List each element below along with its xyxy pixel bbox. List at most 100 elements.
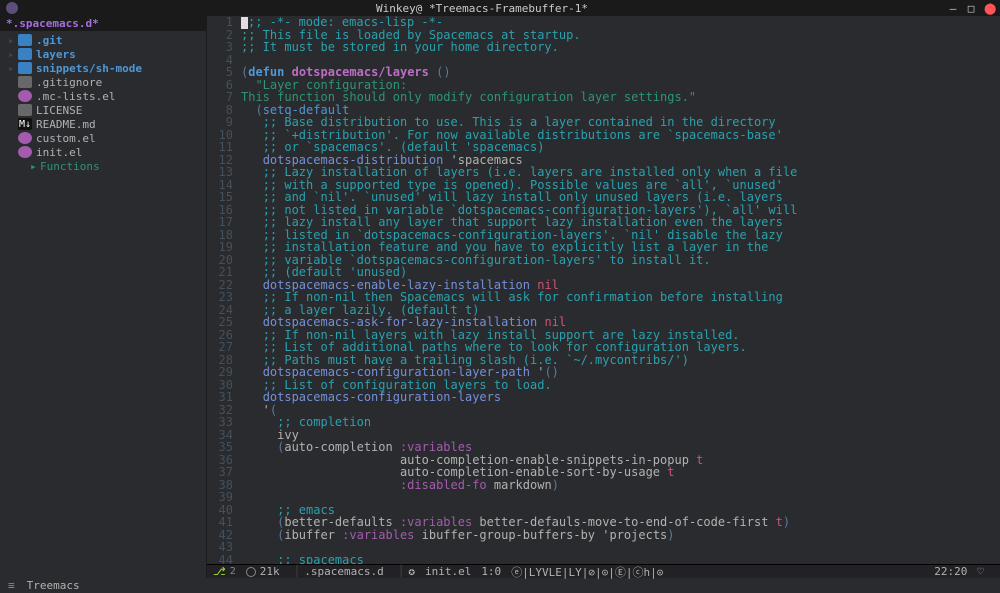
app-icon: [6, 2, 18, 14]
tree-item-label: .gitignore: [36, 76, 102, 89]
line-number: 37: [207, 466, 233, 479]
code-token: :variables: [342, 528, 414, 542]
tree-folder[interactable]: layers: [0, 47, 206, 61]
tree-item-label: custom.el: [36, 132, 96, 145]
code-token: ): [667, 528, 674, 542]
tree-item-label: init.el: [36, 146, 82, 159]
line-number: 43: [207, 541, 233, 554]
line-number-gutter: 1234567891011121314151617181920212223242…: [207, 16, 241, 564]
code-token: ;; It must be stored in your home direct…: [241, 40, 559, 54]
echo-buffer-name: Treemacs: [27, 579, 80, 592]
buffer-name: init.el: [425, 565, 471, 578]
chevron-right-icon: [8, 34, 18, 47]
code-token: t: [696, 453, 703, 467]
tree-child-functions[interactable]: Functions: [0, 159, 206, 173]
chevron-right-icon: [30, 160, 40, 173]
code-token: t: [776, 515, 783, 529]
tree-item-label: .git: [36, 34, 63, 47]
file-icon: [18, 76, 32, 88]
file-icon: [18, 104, 32, 116]
line-number: 17: [207, 216, 233, 229]
line-number: 35: [207, 441, 233, 454]
vcs-num: 2: [230, 566, 236, 577]
clock: 22:20: [934, 565, 967, 578]
code-line[interactable]: ;; spacemacs: [241, 554, 1000, 565]
line-number: 5: [207, 66, 233, 79]
tree-folder[interactable]: snippets/sh-mode: [0, 61, 206, 75]
heart-icon: ♡: [977, 565, 984, 578]
tree-item-label: snippets/sh-mode: [36, 62, 142, 75]
code-token: ibuffer-group-buffers-by 'projects: [414, 528, 667, 542]
file-tree: .gitlayerssnippets/sh-mode.gitignore.mc-…: [0, 31, 206, 173]
tree-folder[interactable]: .git: [0, 33, 206, 47]
line-number: 33: [207, 416, 233, 429]
tree-item-label: .mc-lists.el: [36, 90, 115, 103]
editor-pane: 1234567891011121314151617181920212223242…: [206, 16, 1000, 578]
code-token: (): [436, 65, 450, 79]
code-token: t: [667, 465, 674, 479]
tree-file[interactable]: .mc-lists.el: [0, 89, 206, 103]
code-token: ;; spacemacs: [277, 553, 364, 565]
window-title: Winkey@ *Treemacs-Framebuffer-1*: [24, 2, 940, 15]
code-token: dotspacemacs-configuration-layers: [263, 390, 501, 404]
line-number: 15: [207, 191, 233, 204]
spacemacs-icon: ✪: [408, 565, 415, 578]
code-line[interactable]: (ibuffer :variables ibuffer-group-buffer…: [241, 529, 1000, 542]
branch-icon: [213, 565, 230, 578]
code-line[interactable]: dotspacemacs-configuration-layers: [241, 391, 1000, 404]
line-number: 7: [207, 91, 233, 104]
separator: │: [294, 565, 301, 578]
minimize-button[interactable]: –: [948, 2, 958, 15]
code-token: :disabled-fo: [400, 478, 487, 492]
maximize-button[interactable]: □: [966, 2, 976, 15]
line-number: 19: [207, 241, 233, 254]
editor-buffer[interactable]: 1234567891011121314151617181920212223242…: [207, 16, 1000, 564]
code-line[interactable]: This function should only modify configu…: [241, 91, 1000, 104]
code-token: ibuffer: [284, 528, 342, 542]
menu-icon[interactable]: ≡: [8, 579, 15, 592]
tree-file[interactable]: M↓ README.md: [0, 117, 206, 131]
folder-icon: [18, 48, 32, 60]
folder-icon: [18, 62, 32, 74]
project-header[interactable]: *.spacemacs.d*: [0, 16, 206, 31]
file-icon: [18, 132, 32, 144]
treemacs-sidebar[interactable]: *.spacemacs.d* .gitlayerssnippets/sh-mod…: [0, 16, 206, 578]
project-name: .spacemacs.d: [304, 565, 383, 578]
code-line[interactable]: [241, 491, 1000, 504]
tree-item-label: README.md: [36, 118, 96, 131]
line-number: 11: [207, 141, 233, 154]
tree-item-label: layers: [36, 48, 76, 61]
code-token: [241, 478, 400, 492]
line-number: 13: [207, 166, 233, 179]
line-number: 44: [207, 554, 233, 565]
code-line[interactable]: ;; completion: [241, 416, 1000, 429]
file-icon: [18, 146, 32, 158]
unsaved-indicator: 21k: [246, 565, 280, 578]
code-area[interactable]: ;; -*- mode: emacs-lisp -*-;; This file …: [241, 16, 1000, 564]
tree-file[interactable]: LICENSE: [0, 103, 206, 117]
file-icon: [18, 90, 32, 102]
code-token: [241, 528, 277, 542]
line-number: 21: [207, 266, 233, 279]
main-split: *.spacemacs.d* .gitlayerssnippets/sh-mod…: [0, 16, 1000, 578]
code-line[interactable]: ;; It must be stored in your home direct…: [241, 41, 1000, 54]
code-line[interactable]: :disabled-fo markdown): [241, 479, 1000, 492]
file-icon: M↓: [18, 118, 32, 130]
line-number: 27: [207, 341, 233, 354]
tree-file[interactable]: custom.el: [0, 131, 206, 145]
editor-modeline: 2 21k │ .spacemacs.d │ ✪ init.el 1:0 ⓔ|L…: [207, 564, 1000, 578]
folder-icon: [18, 34, 32, 46]
vcs-segment: 2: [213, 565, 236, 578]
tree-item-label: Functions: [40, 160, 100, 173]
line-number: 3: [207, 41, 233, 54]
code-token: markdown: [487, 478, 552, 492]
close-button[interactable]: ⬤: [984, 2, 994, 15]
tree-file[interactable]: .gitignore: [0, 75, 206, 89]
line-number: 25: [207, 316, 233, 329]
minor-modes: ⓔ|LYVLE|LY|⊘|⊙|Ⓔ|ⓒh|⊙: [511, 564, 663, 580]
line-number: 29: [207, 366, 233, 379]
tree-file[interactable]: init.el: [0, 145, 206, 159]
line-number: 31: [207, 391, 233, 404]
code-token: ): [783, 515, 790, 529]
circle-icon: [246, 567, 256, 577]
